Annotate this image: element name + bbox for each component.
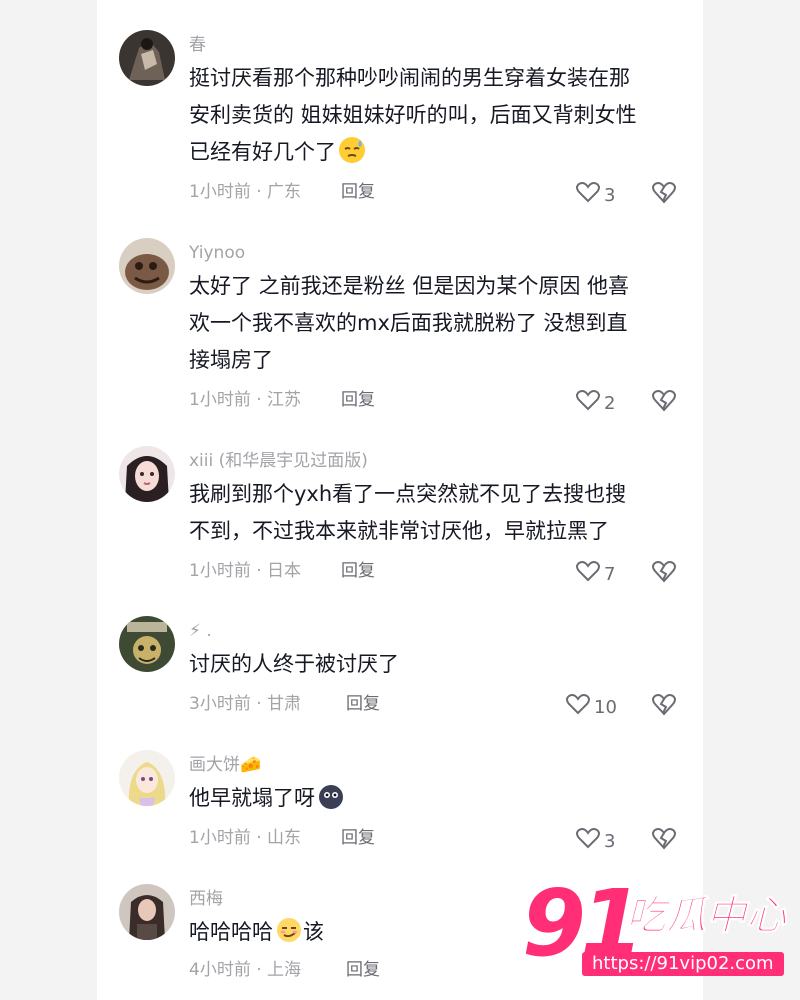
like-button[interactable]: 7 (575, 559, 615, 590)
reply-button[interactable]: 回复 (346, 958, 380, 982)
like-button[interactable]: 3 (575, 826, 615, 857)
comment-time-location: 1小时前 · 广东 (189, 182, 302, 202)
comment-time-location: 1小时前 · 山东 (189, 828, 302, 848)
broken-heart-icon (652, 182, 676, 204)
heart-icon (565, 692, 591, 723)
heart-icon (575, 180, 601, 211)
dislike-button[interactable] (651, 179, 677, 205)
dislike-button[interactable] (651, 825, 677, 851)
dislike-button[interactable] (651, 558, 677, 584)
dark-blob-emoji (317, 782, 345, 810)
watermark-brand: 吃瓜中心 (626, 893, 787, 940)
avatar[interactable] (119, 616, 175, 672)
avatar[interactable] (119, 30, 175, 86)
comment-time-location: 1小时前 · 江苏 (189, 390, 302, 410)
broken-heart-icon (652, 828, 676, 850)
username[interactable]: 画大饼🧀 (189, 754, 261, 776)
dislike-button[interactable] (651, 691, 677, 717)
broken-heart-icon (652, 694, 676, 716)
like-count: 3 (604, 184, 616, 206)
username[interactable]: 西梅 (189, 888, 223, 910)
dislike-button[interactable] (651, 387, 677, 413)
reply-button[interactable]: 回复 (341, 559, 375, 583)
username[interactable]: 春 (189, 34, 206, 56)
heart-icon (575, 826, 601, 857)
broken-heart-icon (652, 561, 676, 583)
comment-time-location: 1小时前 · 日本 (189, 561, 302, 581)
watermark-logo: 91 吃瓜中心 https://91vip02.com (522, 878, 792, 988)
comment-text: 讨厌的人终于被讨厌了 (189, 652, 399, 676)
comment-panel: 春 挺讨厌看那个那种吵吵闹闹的男生穿着女装在那 安利卖货的 姐妹姐妹好听的叫，后… (97, 0, 703, 1000)
avatar[interactable] (119, 446, 175, 502)
comment-time-location: 4小时前 · 上海 (189, 960, 302, 980)
broken-heart-icon (652, 390, 676, 412)
comment-text: 我刷到那个yxh看了一点突然就不见了去搜也搜 不到，不过我本来就非常讨厌他，早就… (189, 482, 627, 543)
like-count: 10 (594, 696, 617, 718)
reply-button[interactable]: 回复 (341, 826, 375, 850)
like-button[interactable]: 2 (575, 388, 615, 419)
sleepy-sweat-emoji (338, 136, 366, 164)
reply-button[interactable]: 回复 (341, 180, 375, 204)
avatar[interactable] (119, 750, 175, 806)
like-button[interactable]: 3 (575, 180, 615, 211)
comment-text: 他早就塌了呀 (189, 780, 689, 817)
like-count: 3 (604, 830, 616, 852)
smirk-emoji (275, 916, 303, 944)
watermark-url: https://91vip02.com (582, 952, 784, 976)
avatar[interactable] (119, 884, 175, 940)
username[interactable]: ⚡ . (189, 620, 212, 642)
comment-text: 挺讨厌看那个那种吵吵闹闹的男生穿着女装在那 安利卖货的 姐妹姐妹好听的叫，后面又… (189, 66, 637, 164)
avatar[interactable] (119, 238, 175, 294)
like-button[interactable]: 10 (565, 692, 617, 723)
reply-button[interactable]: 回复 (346, 692, 380, 716)
like-count: 7 (604, 563, 616, 585)
like-count: 2 (604, 392, 616, 414)
comment-text: 太好了 之前我还是粉丝 但是因为某个原因 他喜 欢一个我不喜欢的mx后面我就脱粉… (189, 274, 630, 372)
reply-button[interactable]: 回复 (341, 388, 375, 412)
heart-icon (575, 559, 601, 590)
username[interactable]: Yiynoo (189, 242, 245, 264)
heart-icon (575, 388, 601, 419)
username[interactable]: xiii (和华晨宇见过面版) (189, 450, 368, 472)
comment-time-location: 3小时前 · 甘肃 (189, 694, 302, 714)
